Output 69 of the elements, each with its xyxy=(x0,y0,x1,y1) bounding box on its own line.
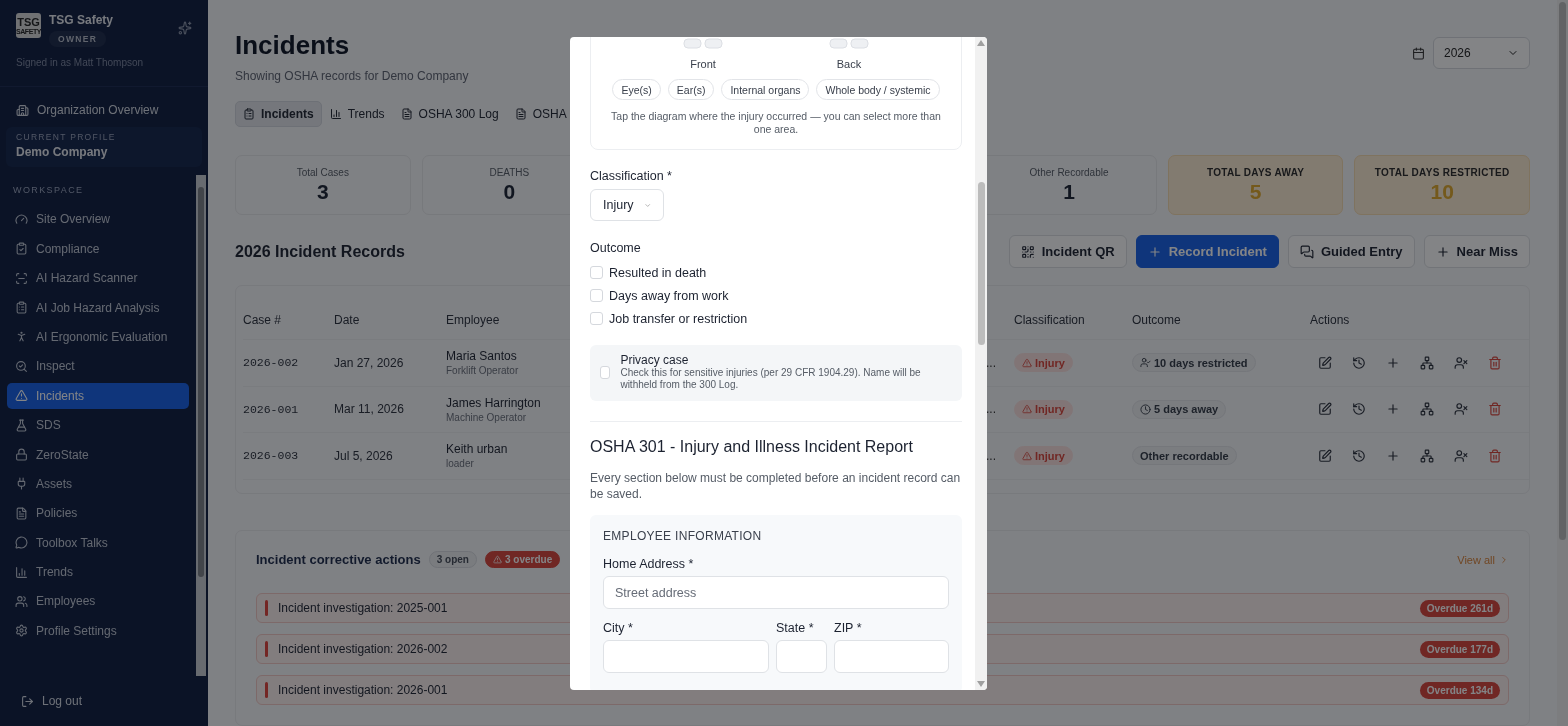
outcome-badge: 10 days restricted xyxy=(1132,353,1256,373)
column-header: Employee xyxy=(446,312,501,327)
section-label: EMPLOYEE INFORMATION xyxy=(603,529,763,543)
employee-role: Machine Operator xyxy=(446,411,528,423)
stat-label: DEATHS xyxy=(489,166,530,178)
card-title: Incident corrective actions xyxy=(256,552,421,567)
stat-label: TOTAL DAYS AWAY xyxy=(1206,166,1305,178)
page-subtitle: Showing OSHA records for Demo Company xyxy=(235,69,469,83)
role-badge: OWNER xyxy=(49,31,107,47)
table-cell-text: ... xyxy=(986,448,997,463)
stat-value: 3 xyxy=(316,179,329,204)
privacy-title: Privacy case xyxy=(620,353,690,367)
table-cell-text: ... xyxy=(986,355,997,370)
privacy-description: Check this for sensitive injuries (per 29 CFR 1904.29). Name will be withheld from the 300 Log. xyxy=(620,367,922,391)
stat-value: 1 xyxy=(1063,179,1075,204)
overdue-badge: Overdue 177d xyxy=(1419,640,1500,658)
classification-badge: Injury xyxy=(1014,399,1073,419)
stat-value: 10 xyxy=(1430,179,1454,204)
section-label: WORKSPACE xyxy=(12,185,85,197)
case-number: 2026-002 xyxy=(243,356,300,370)
employee-name: James Harrington xyxy=(446,395,542,410)
action-title: Incident investigation: 2025-001 xyxy=(278,601,448,615)
column-header: Actions xyxy=(1310,312,1351,327)
date-cell-text: Jan 27, 2026 xyxy=(334,355,405,370)
stat-value: 5 xyxy=(1249,179,1262,204)
diagram-hint: Tap the diagram where the injury occurred — you can select more than one area. xyxy=(610,110,942,136)
employee-name: Keith urban xyxy=(446,442,509,457)
column-header: Case # xyxy=(243,312,283,327)
classification-badge: Injury xyxy=(1014,446,1073,466)
action-title: Incident investigation: 2026-001 xyxy=(278,683,448,697)
classification-badge: Injury xyxy=(1014,353,1073,373)
overdue-badge: Overdue 134d xyxy=(1419,681,1500,699)
stat-label: Other Recordable xyxy=(1029,166,1109,178)
field-label: State * xyxy=(776,621,815,635)
report-title: OSHA 301 - Injury and Illness Incident Report xyxy=(590,438,914,456)
employee-name: Maria Santos xyxy=(446,349,518,364)
outcome-badge: Other recordable xyxy=(1132,446,1237,466)
profile-label: CURRENT PROFILE xyxy=(16,132,117,142)
field-label: Outcome xyxy=(590,241,642,255)
table-cell-text: ... xyxy=(986,402,997,417)
action-title: Incident investigation: 2026-002 xyxy=(278,642,448,656)
profile-name: Demo Company xyxy=(16,145,109,159)
stat-label: Total Cases xyxy=(296,166,349,178)
stat-value: 0 xyxy=(503,179,516,204)
column-header: Classification xyxy=(1014,312,1086,327)
logo-text: TSG xyxy=(17,16,40,28)
section-title: 2026 Incident Records xyxy=(235,242,405,261)
report-description: Every section below must be completed before an incident record can be saved. xyxy=(590,470,962,502)
employee-role: loader xyxy=(446,458,475,470)
employee-role: Forklift Operator xyxy=(446,365,520,377)
overdue-badge: Overdue 261d xyxy=(1419,599,1500,617)
diagram-label: Back xyxy=(836,58,862,70)
page-title: Incidents xyxy=(235,30,351,61)
field-label: Classification * xyxy=(590,169,673,183)
field-label: ZIP * xyxy=(834,621,863,635)
brand-name: TSG Safety xyxy=(49,13,115,27)
date-cell-text: Mar 11, 2026 xyxy=(334,402,405,417)
diagram-label: Front xyxy=(690,58,716,70)
column-header: Outcome xyxy=(1132,312,1182,327)
open-count-badge: 3 open xyxy=(428,551,477,568)
field-label: Home Address * xyxy=(603,557,695,571)
stat-label: TOTAL DAYS RESTRICTED xyxy=(1374,166,1510,178)
case-number: 2026-001 xyxy=(243,402,300,416)
field-label: City * xyxy=(603,621,634,635)
date-cell-text: Jul 5, 2026 xyxy=(334,448,394,463)
column-header: Date xyxy=(334,312,361,327)
overdue-badge: 3 overdue xyxy=(484,551,561,568)
case-number: 2026-003 xyxy=(243,449,300,463)
outcome-badge: 5 days away xyxy=(1132,399,1227,419)
